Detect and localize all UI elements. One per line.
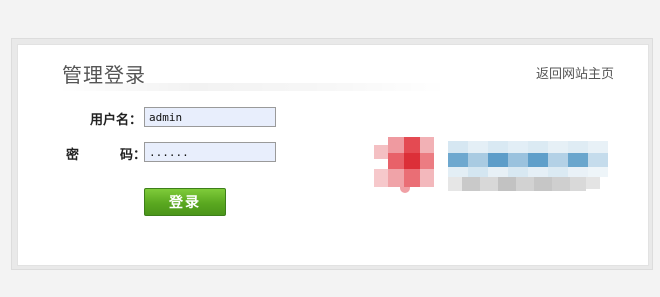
back-to-homepage-link[interactable]: 返回网站主页: [536, 63, 614, 82]
username-label: 用户名：: [89, 113, 142, 128]
login-button[interactable]: 登录: [144, 188, 226, 216]
password-label-left: 密: [66, 148, 80, 163]
login-panel-frame: 管理登录 返回网站主页 用户名： 密 码： 登录: [11, 38, 653, 270]
password-label: 密 码：: [66, 144, 146, 163]
password-label-right: 码：: [119, 148, 146, 163]
password-input[interactable]: [144, 142, 276, 162]
title-underline: [58, 83, 448, 91]
username-input[interactable]: [144, 107, 276, 127]
login-panel: 管理登录 返回网站主页 用户名： 密 码： 登录: [17, 44, 649, 266]
